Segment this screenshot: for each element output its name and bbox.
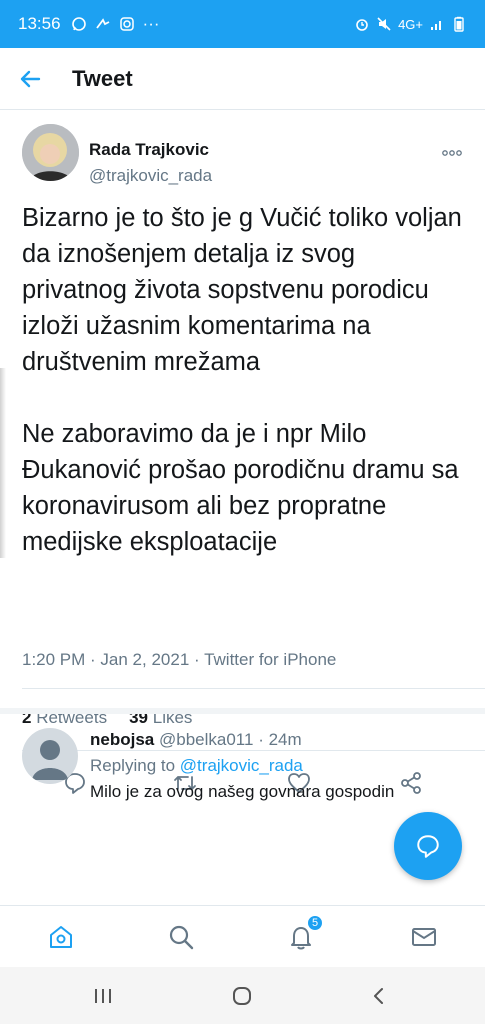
home-icon (50, 926, 72, 948)
compose-reply-button[interactable] (394, 812, 462, 880)
status-bar: 13:56 ··· 4G+ (0, 0, 485, 48)
reply-header: nebojsa @bbelka011 · 24m (90, 730, 302, 750)
whatsapp-icon (71, 17, 86, 31)
home-circle-icon (233, 987, 251, 1005)
more-dots-icon (442, 150, 462, 156)
nav-search[interactable] (164, 920, 198, 954)
author-avatar[interactable] (22, 124, 79, 181)
chevron-left-icon (374, 988, 383, 1004)
nav-notifications[interactable]: 5 (284, 914, 324, 954)
tweet-paragraph-2: Ne zaboravimo da je i npr Milo Đukanović… (22, 420, 459, 556)
search-icon (169, 925, 194, 950)
arrow-left-icon (20, 70, 41, 87)
alarm-icon (356, 19, 368, 31)
back-button[interactable] (0, 48, 60, 110)
mute-icon (377, 17, 391, 31)
battery-icon (454, 16, 464, 32)
replying-to-label: Replying to (90, 756, 176, 775)
status-time: 13:56 (18, 14, 61, 33)
replying-to-handle[interactable]: @trajkovic_rada (180, 756, 303, 775)
status-notification-icons: ··· (71, 14, 160, 34)
mail-icon (412, 928, 436, 946)
divider (22, 688, 485, 689)
notifications-badge: 5 (306, 914, 324, 932)
author-handle[interactable]: @trajkovic_rada (89, 166, 212, 186)
reply-author-handle[interactable]: @bbelka011 (159, 730, 253, 749)
tweet-timestamp[interactable]: 1:20 PM · Jan 2, 2021 · Twitter for iPho… (22, 650, 336, 670)
replying-to: Replying to @trajkovic_rada (90, 756, 303, 776)
tweet-paragraph-1: Bizarno je to što je g Vučić toliko volj… (22, 204, 462, 376)
bottom-navigation: 5 (0, 905, 485, 967)
recent-apps-button[interactable] (90, 983, 116, 1009)
signal-icon (431, 21, 441, 30)
reply-text: Milo je za ovog našeg govnara gospodin (90, 782, 395, 801)
reply-bubble-icon (417, 835, 439, 858)
avatar-image (22, 124, 79, 181)
viber-icon (95, 18, 109, 29)
default-avatar-icon (32, 740, 68, 780)
home-system-button[interactable] (229, 983, 255, 1009)
system-navigation-bar (0, 967, 485, 1024)
edge-handle (0, 368, 6, 558)
reply-author-name[interactable]: nebojsa (90, 730, 154, 749)
author-name[interactable]: Rada Trajkovic (89, 140, 209, 160)
status-system-icons: 4G+ (354, 16, 467, 32)
reply-time: · 24m (258, 730, 302, 749)
reply-avatar[interactable] (22, 728, 78, 784)
tweet-text: Bizarno je to što je g Vučić toliko volj… (22, 200, 467, 560)
more-options-button[interactable] (442, 144, 462, 162)
reply-item[interactable]: nebojsa @bbelka011 · 24m Replying to @tr… (0, 708, 485, 808)
status-more-indicator: ··· (142, 14, 160, 33)
instagram-icon (119, 17, 134, 31)
nav-messages[interactable] (407, 920, 441, 954)
app-header: Tweet (0, 48, 485, 110)
back-system-button[interactable] (366, 983, 392, 1009)
recent-apps-icon (95, 989, 111, 1003)
page-title: Tweet (72, 65, 133, 91)
nav-home[interactable] (44, 920, 78, 954)
network-type: 4G+ (398, 16, 423, 32)
tweet-author[interactable]: Rada Trajkovic @trajkovic_rada (22, 124, 462, 186)
